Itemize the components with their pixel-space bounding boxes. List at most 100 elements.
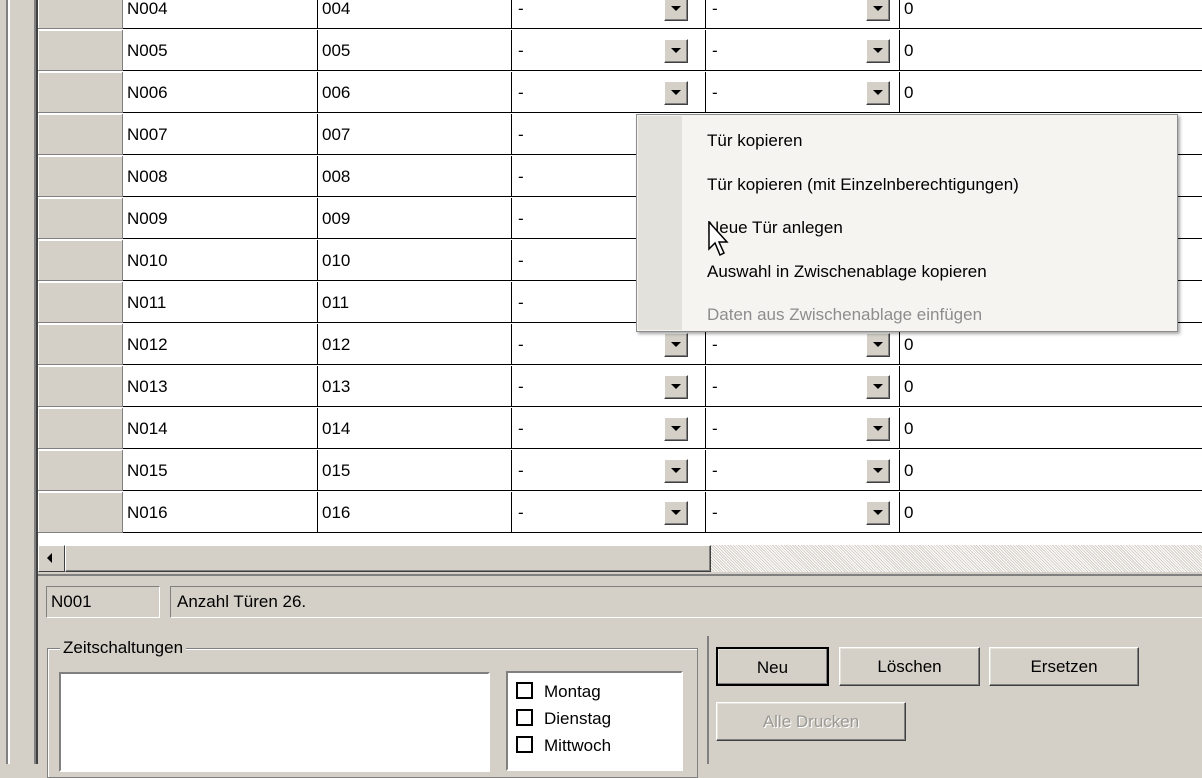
dropdown-b-cell[interactable]: - [706, 492, 900, 533]
weekday-checklist[interactable]: Montag Dienstag Mittwoch [506, 671, 683, 771]
number-cell[interactable]: 009 [318, 198, 512, 239]
row-header[interactable] [38, 30, 123, 71]
value-cell[interactable]: 0 [900, 408, 1202, 449]
number-cell[interactable]: 016 [318, 492, 512, 533]
row-header[interactable] [38, 0, 123, 29]
chevron-down-icon[interactable] [664, 81, 688, 105]
context-menu-item[interactable]: Daten aus Zwischenablage einfügen [707, 293, 982, 337]
row-header[interactable] [38, 198, 123, 239]
value-cell[interactable]: 0 [900, 72, 1202, 113]
context-menu-item[interactable]: Auswahl in Zwischenablage kopieren [707, 250, 987, 294]
chevron-down-icon[interactable] [866, 459, 890, 483]
checkbox-icon[interactable] [516, 709, 533, 726]
number-cell[interactable]: 015 [318, 450, 512, 491]
row-header[interactable] [38, 408, 123, 449]
row-header[interactable] [38, 114, 123, 155]
dropdown-b-cell[interactable]: - [706, 72, 900, 113]
row-header[interactable] [38, 240, 123, 281]
dropdown-b-cell[interactable]: - [706, 366, 900, 407]
table-row[interactable]: N013013013--0 [38, 366, 1202, 408]
id-cell[interactable]: N010 [123, 240, 318, 281]
dropdown-a-cell[interactable]: - [512, 30, 706, 71]
chevron-down-icon[interactable] [664, 459, 688, 483]
value-cell[interactable]: 0 [900, 450, 1202, 491]
delete-button[interactable]: Löschen [839, 647, 980, 686]
id-cell[interactable]: N006 [123, 72, 318, 113]
chevron-down-icon[interactable] [866, 39, 890, 63]
chevron-down-icon[interactable] [664, 375, 688, 399]
id-cell[interactable]: N008 [123, 156, 318, 197]
chevron-down-icon[interactable] [866, 0, 890, 21]
dropdown-b-cell[interactable]: - [706, 408, 900, 449]
id-cell[interactable]: N004 [123, 0, 318, 29]
dropdown-a-cell[interactable]: - [512, 72, 706, 113]
mouse-cursor-icon [708, 221, 729, 257]
chevron-down-icon[interactable] [866, 81, 890, 105]
scroll-left-button[interactable] [38, 545, 65, 572]
value-cell[interactable]: 0 [900, 0, 1202, 29]
row-header[interactable] [38, 72, 123, 113]
id-cell[interactable]: N005 [123, 30, 318, 71]
number-cell[interactable]: 012 [318, 324, 512, 365]
number-cell[interactable]: 014 [318, 408, 512, 449]
chevron-down-icon[interactable] [664, 333, 688, 357]
dropdown-b-cell[interactable]: - [706, 30, 900, 71]
table-row[interactable]: N014014014--0 [38, 408, 1202, 450]
row-header[interactable] [38, 282, 123, 323]
dropdown-a-cell[interactable]: - [512, 450, 706, 491]
table-row[interactable]: N015015015--0 [38, 450, 1202, 492]
chevron-down-icon[interactable] [866, 417, 890, 441]
number-cell[interactable]: 013 [318, 366, 512, 407]
number-cell[interactable]: 010 [318, 240, 512, 281]
row-header[interactable] [38, 450, 123, 491]
id-cell[interactable]: N011 [123, 282, 318, 323]
dropdown-b-cell[interactable]: - [706, 450, 900, 491]
table-row[interactable]: N004004004--0 [38, 0, 1202, 30]
number-cell[interactable]: 007 [318, 114, 512, 155]
scrollbar-thumb[interactable] [65, 545, 711, 572]
dropdown-b-cell[interactable]: - [706, 0, 900, 29]
table-row[interactable]: N016016016--0 [38, 492, 1202, 534]
print-all-button[interactable]: Alle Drucken [716, 702, 906, 741]
number-cell[interactable]: 006 [318, 72, 512, 113]
chevron-down-icon[interactable] [664, 0, 688, 21]
context-menu-item[interactable]: Tür kopieren [707, 119, 802, 163]
number-cell[interactable]: 011 [318, 282, 512, 323]
timers-list[interactable] [59, 672, 490, 772]
dropdown-a-cell[interactable]: - [512, 0, 706, 29]
chevron-down-icon[interactable] [866, 375, 890, 399]
id-cell[interactable]: N012 [123, 324, 318, 365]
dropdown-b-value: - [712, 377, 718, 396]
id-cell[interactable]: N016 [123, 492, 318, 533]
dropdown-a-cell[interactable]: - [512, 366, 706, 407]
id-cell[interactable]: N013 [123, 366, 318, 407]
number-cell[interactable]: 008 [318, 156, 512, 197]
id-cell[interactable]: N015 [123, 450, 318, 491]
id-cell[interactable]: N009 [123, 198, 318, 239]
new-button[interactable]: Neu [716, 647, 829, 686]
value-cell[interactable]: 0 [900, 30, 1202, 71]
number-cell[interactable]: 004 [318, 0, 512, 29]
horizontal-scrollbar[interactable] [38, 545, 1202, 572]
chevron-down-icon[interactable] [664, 417, 688, 441]
row-header[interactable] [38, 492, 123, 533]
checkbox-icon[interactable] [516, 736, 533, 753]
replace-button[interactable]: Ersetzen [989, 647, 1139, 686]
dropdown-a-cell[interactable]: - [512, 492, 706, 533]
row-header[interactable] [38, 366, 123, 407]
chevron-down-icon[interactable] [664, 39, 688, 63]
checkbox-icon[interactable] [516, 682, 533, 699]
row-header[interactable] [38, 324, 123, 365]
chevron-down-icon[interactable] [866, 501, 890, 525]
value-cell[interactable]: 0 [900, 492, 1202, 533]
table-row[interactable]: N006006006--0 [38, 72, 1202, 114]
dropdown-a-cell[interactable]: - [512, 408, 706, 449]
context-menu-item[interactable]: Tür kopieren (mit Einzelnberechtigungen) [707, 163, 1019, 207]
table-row[interactable]: N005005005--0 [38, 30, 1202, 72]
number-cell[interactable]: 005 [318, 30, 512, 71]
value-cell[interactable]: 0 [900, 366, 1202, 407]
id-cell[interactable]: N014 [123, 408, 318, 449]
row-header[interactable] [38, 156, 123, 197]
id-cell[interactable]: N007 [123, 114, 318, 155]
chevron-down-icon[interactable] [664, 501, 688, 525]
